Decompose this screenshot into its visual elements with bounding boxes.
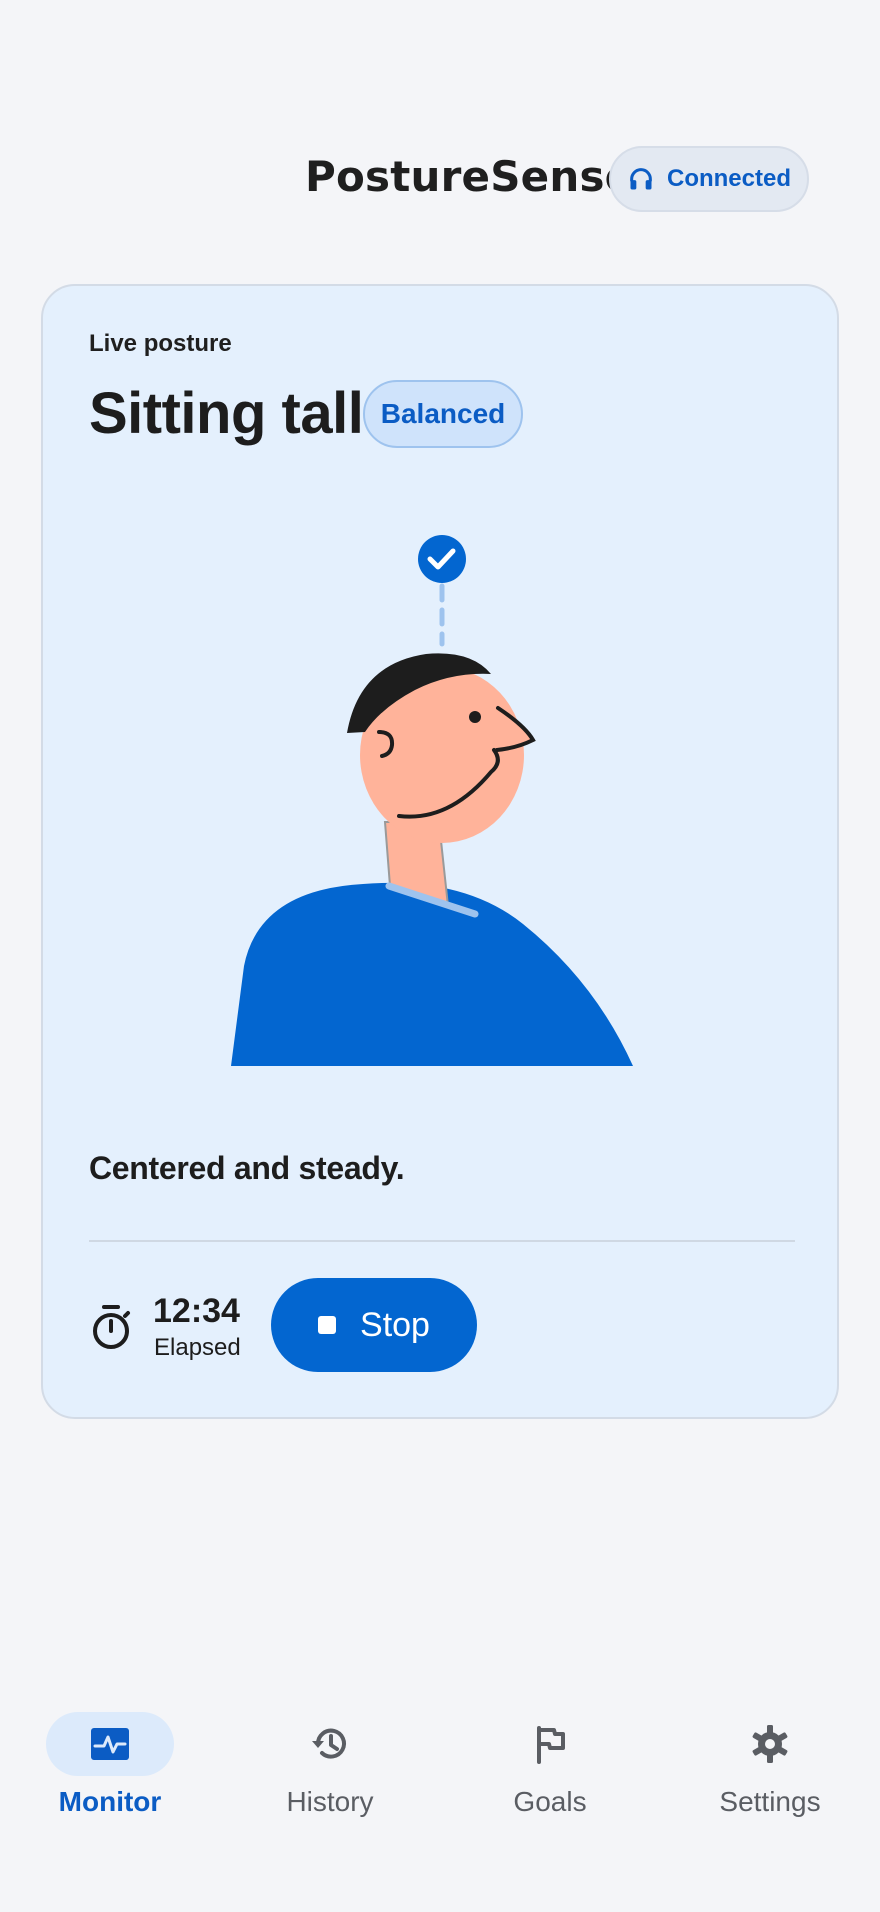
stopwatch-icon: [93, 1305, 130, 1349]
nav-label-monitor: Monitor: [58, 1786, 162, 1817]
nav-item-monitor[interactable]: Monitor: [0, 1700, 220, 1830]
elapsed-label: Elapsed: [154, 1334, 241, 1361]
check-badge-icon: [418, 535, 466, 583]
posture-illustration: [231, 535, 633, 1066]
connection-label: Connected: [666, 165, 791, 192]
app-title: PostureSense: [305, 152, 634, 201]
bottom-navigation: Monitor History Goals Settings: [0, 1700, 880, 1912]
nav-label-history: History: [286, 1786, 374, 1817]
elapsed-time: 12:34: [153, 1292, 240, 1330]
pulse-icon: [91, 1728, 129, 1760]
eye: [469, 711, 481, 723]
gear-icon: [752, 1725, 788, 1763]
nav-item-goals[interactable]: Goals: [440, 1700, 660, 1830]
stop-button[interactable]: Stop: [271, 1278, 477, 1372]
nav-item-history[interactable]: History: [220, 1700, 440, 1830]
nav-label-settings: Settings: [719, 1786, 821, 1817]
connection-status-chip[interactable]: Connected: [609, 146, 809, 212]
nav-item-settings[interactable]: Settings: [660, 1700, 880, 1830]
nav-label-goals: Goals: [513, 1786, 587, 1817]
shirt: [231, 882, 633, 1066]
flag-icon: [537, 1726, 565, 1764]
stop-icon: [318, 1316, 337, 1334]
history-icon: [312, 1728, 346, 1759]
divider: [89, 1240, 795, 1242]
headphones-icon: [630, 168, 652, 190]
posture-feedback: Centered and steady.: [89, 1150, 405, 1186]
live-posture-card: Live posture Sitting tall Balanced Cente…: [41, 284, 839, 1419]
stop-label: Stop: [360, 1305, 430, 1344]
